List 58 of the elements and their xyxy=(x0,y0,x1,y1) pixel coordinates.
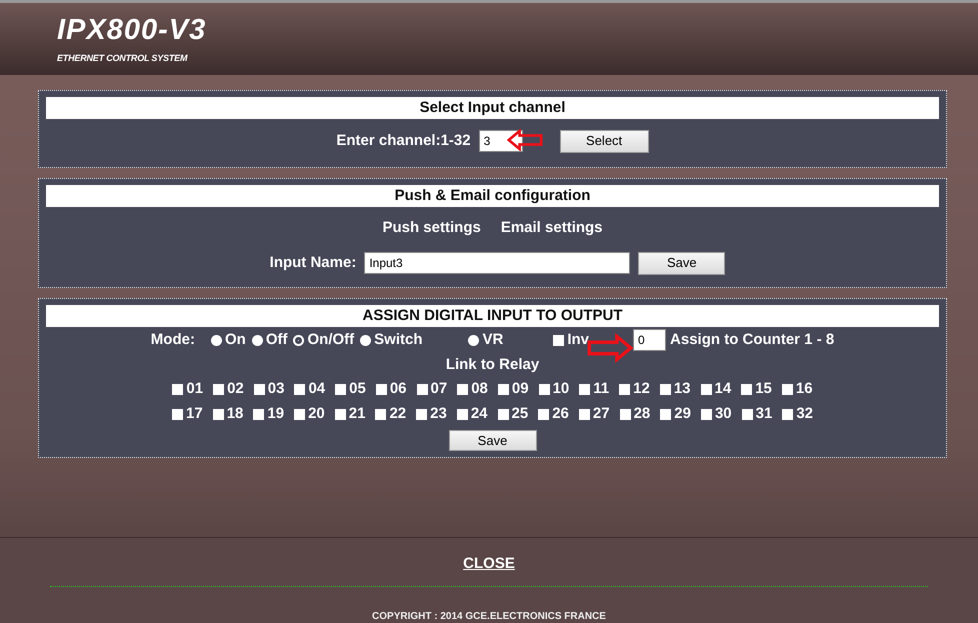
close-link[interactable]: CLOSE xyxy=(463,555,515,572)
relay-checkbox[interactable]: 21 xyxy=(334,403,366,426)
relay-checkbox[interactable]: 23 xyxy=(416,403,447,426)
relay-checkbox[interactable]: 17 xyxy=(172,403,203,426)
panel-title: Push & Email configuration xyxy=(46,185,939,207)
relay-checkbox[interactable]: 30 xyxy=(700,403,732,426)
relay-checkbox[interactable]: 05 xyxy=(335,378,366,401)
relay-checkbox[interactable]: 18 xyxy=(212,403,244,426)
panel-title: ASSIGN DIGITAL INPUT TO OUTPUT xyxy=(46,305,939,327)
relay-checkbox[interactable]: 20 xyxy=(294,403,325,426)
relay-checkbox[interactable]: 09 xyxy=(498,378,529,401)
panel-title: Select Input channel xyxy=(46,97,939,119)
relay-checkbox[interactable]: 11 xyxy=(579,378,610,401)
counter-label: Assign to Counter 1 - 8 xyxy=(670,330,834,350)
relay-checkbox[interactable]: 29 xyxy=(660,403,691,426)
relay-checkbox[interactable]: 12 xyxy=(619,378,650,401)
relay-checkbox[interactable]: 19 xyxy=(253,403,284,426)
counter-field[interactable]: 0 xyxy=(633,328,666,351)
relay-checkbox[interactable]: 28 xyxy=(620,403,650,426)
relay-checkbox[interactable]: 10 xyxy=(538,378,570,401)
relay-checkbox[interactable]: 27 xyxy=(578,403,610,426)
relay-checkbox[interactable]: 01 xyxy=(172,378,204,401)
relay-checkbox[interactable]: 31 xyxy=(742,403,772,426)
copyright-text: COPYRIGHT : 2014 GCE.ELECTRONICS FRANCE xyxy=(372,611,606,622)
arrow-icon xyxy=(506,128,543,151)
name-field[interactable]: Input3 xyxy=(364,252,630,274)
relay-checkbox[interactable]: 24 xyxy=(456,403,488,426)
settings-link[interactable]: Push settings xyxy=(382,217,481,245)
mode-radio[interactable]: On xyxy=(210,328,246,352)
relay-checkbox[interactable]: 03 xyxy=(254,378,284,401)
mode-label: Mode: xyxy=(150,330,195,350)
section-label: Link to Relay xyxy=(446,356,540,373)
mode-radio[interactable]: VR xyxy=(468,328,504,352)
relay-checkbox[interactable]: 14 xyxy=(700,378,732,401)
relay-checkbox[interactable]: 26 xyxy=(538,403,569,426)
relay-checkbox[interactable]: 02 xyxy=(213,378,244,401)
select-button[interactable]: Select xyxy=(560,130,649,152)
inv-checkbox[interactable]: Inv xyxy=(553,328,590,352)
mode-radio[interactable]: On/Off xyxy=(293,328,354,352)
relay-checkbox[interactable]: 25 xyxy=(498,403,528,426)
relay-checkbox[interactable]: 08 xyxy=(457,378,488,401)
relay-checkbox[interactable]: 15 xyxy=(741,378,772,401)
relay-checkbox[interactable]: 06 xyxy=(376,378,407,401)
app-title: IPX800-V3 xyxy=(57,15,208,45)
relay-checkbox[interactable]: 04 xyxy=(294,378,326,401)
save-button[interactable]: Save xyxy=(638,252,726,274)
relay-checkbox[interactable]: 07 xyxy=(416,378,448,401)
field-label: Enter channel:1-32 xyxy=(336,130,471,151)
app-subtitle: ETHERNET CONTROL SYSTEM xyxy=(57,52,188,65)
save-button[interactable]: Save xyxy=(448,430,536,451)
relay-checkbox[interactable]: 32 xyxy=(782,403,813,426)
field-label: Input Name: xyxy=(270,252,356,273)
mode-radio[interactable]: Switch xyxy=(360,328,422,352)
settings-link[interactable]: Email settings xyxy=(500,217,603,245)
relay-checkbox[interactable]: 22 xyxy=(375,403,406,426)
mode-radio[interactable]: Off xyxy=(252,328,288,352)
relay-checkbox[interactable]: 16 xyxy=(782,378,813,401)
relay-checkbox[interactable]: 13 xyxy=(660,378,691,401)
